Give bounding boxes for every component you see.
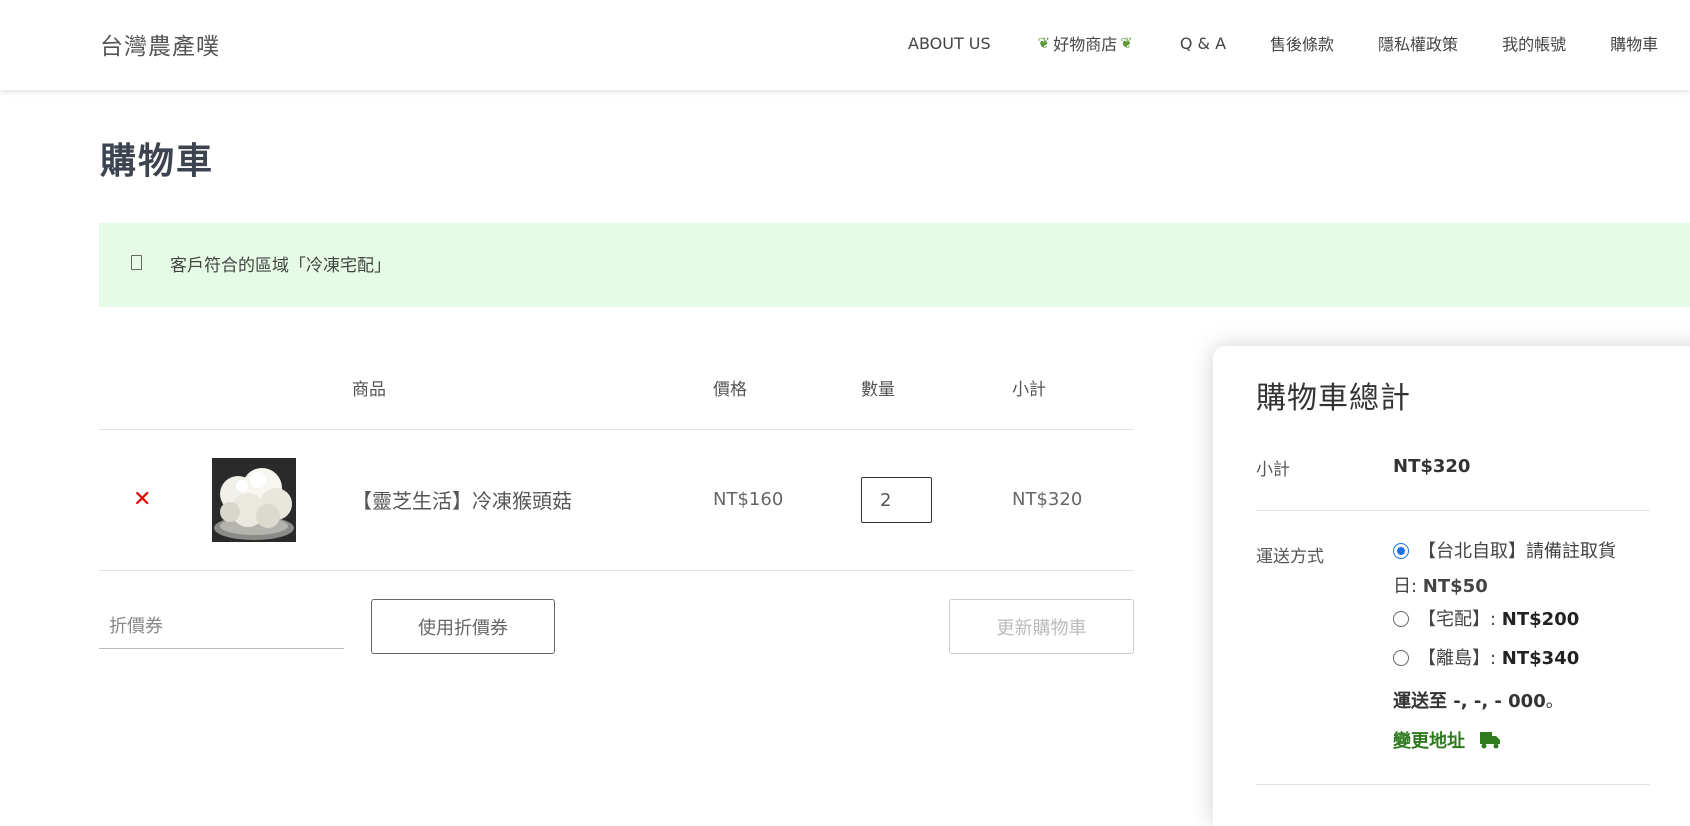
product-thumbnail[interactable] [212, 458, 296, 542]
shipping-option-delivery-label: 【宅配】: [1418, 609, 1502, 630]
site-logo[interactable]: 台灣農產噗 [100, 27, 220, 61]
site-header: 台灣農產噗 ABOUT US ❦ 好物商店 ❦ Q & A 售後條款 隱私權政策… [0, 0, 1690, 90]
close-icon[interactable]: ✕ [133, 487, 151, 513]
shipping-radio-delivery[interactable] [1393, 611, 1409, 627]
nav-shop[interactable]: ❦ 好物商店 ❦ [1035, 31, 1136, 55]
shipping-option-island-label: 【離島】: [1418, 648, 1502, 669]
page-title: 購物車 [100, 141, 215, 182]
nav-about[interactable]: ABOUT US [908, 34, 991, 53]
change-address-link[interactable]: 變更地址 [1393, 727, 1501, 753]
mushroom-image [212, 458, 296, 542]
nav-after-sales[interactable]: 售後條款 [1270, 31, 1334, 55]
shipping-option-pickup-label: 【台北自取】請備註取貨 [1418, 541, 1616, 562]
coupon-input[interactable] [99, 605, 344, 649]
product-name-link[interactable]: 【靈芝生活】冷凍猴頭菇 [352, 485, 572, 514]
divider [99, 429, 1134, 430]
update-cart-button[interactable]: 更新購物車 [949, 599, 1134, 654]
quantity-input[interactable] [861, 477, 932, 523]
apply-coupon-button[interactable]: 使用折價券 [371, 599, 555, 654]
col-header-quantity: 數量 [861, 380, 895, 400]
ship-to-address: -, -, - 000 [1447, 691, 1546, 712]
nav-privacy[interactable]: 隱私權政策 [1378, 31, 1458, 55]
main-nav: ABOUT US ❦ 好物商店 ❦ Q & A 售後條款 隱私權政策 我的帳號 … [908, 31, 1658, 55]
ship-to-text: 運送至 -, -, - 000。 [1393, 687, 1564, 713]
ship-to-prefix: 運送至 [1393, 691, 1447, 712]
shipping-option-pickup-label2: 日: [1393, 576, 1423, 597]
shipping-radio-pickup[interactable] [1393, 543, 1409, 559]
col-header-product: 商品 [352, 380, 386, 400]
shipping-option-delivery[interactable]: 【宅配】: NT$200 [1418, 605, 1579, 634]
change-address-label: 變更地址 [1393, 731, 1465, 752]
info-square-icon [131, 255, 142, 270]
col-header-price: 價格 [713, 380, 747, 400]
leaf-icon: ❦ [1120, 34, 1133, 52]
ship-to-suffix: 。 [1545, 691, 1564, 712]
shipping-option-pickup-price: NT$50 [1422, 576, 1488, 597]
shipping-option-pickup[interactable]: 【台北自取】請備註取貨 [1418, 537, 1616, 566]
leaf-icon: ❦ [1037, 34, 1051, 52]
shipping-option-delivery-price: NT$200 [1501, 609, 1580, 630]
shipping-option-island-price: NT$340 [1501, 648, 1580, 669]
nav-qa[interactable]: Q & A [1180, 34, 1226, 53]
shipping-option-island[interactable]: 【離島】: NT$340 [1418, 644, 1579, 673]
truck-icon [1480, 732, 1500, 749]
product-subtotal: NT$320 [1012, 489, 1083, 510]
totals-subtotal-label: 小計 [1256, 460, 1290, 480]
col-header-subtotal: 小計 [1012, 380, 1046, 400]
nav-shop-label: 好物商店 [1053, 35, 1118, 54]
divider [99, 570, 1134, 571]
divider [1256, 510, 1650, 511]
nav-my-account[interactable]: 我的帳號 [1502, 31, 1566, 55]
product-price: NT$160 [713, 489, 784, 510]
notice-text: 客戶符合的區域「冷凍宅配」 [170, 256, 391, 276]
shipping-radio-island[interactable] [1393, 650, 1409, 666]
cart-totals-title: 購物車總計 [1256, 381, 1411, 416]
shipping-option-pickup-line2: 日: NT$50 [1393, 572, 1488, 598]
shipping-method-label: 運送方式 [1256, 547, 1324, 567]
totals-subtotal-value: NT$320 [1393, 456, 1471, 477]
nav-cart[interactable]: 購物車 [1610, 31, 1658, 55]
divider [1256, 784, 1650, 785]
